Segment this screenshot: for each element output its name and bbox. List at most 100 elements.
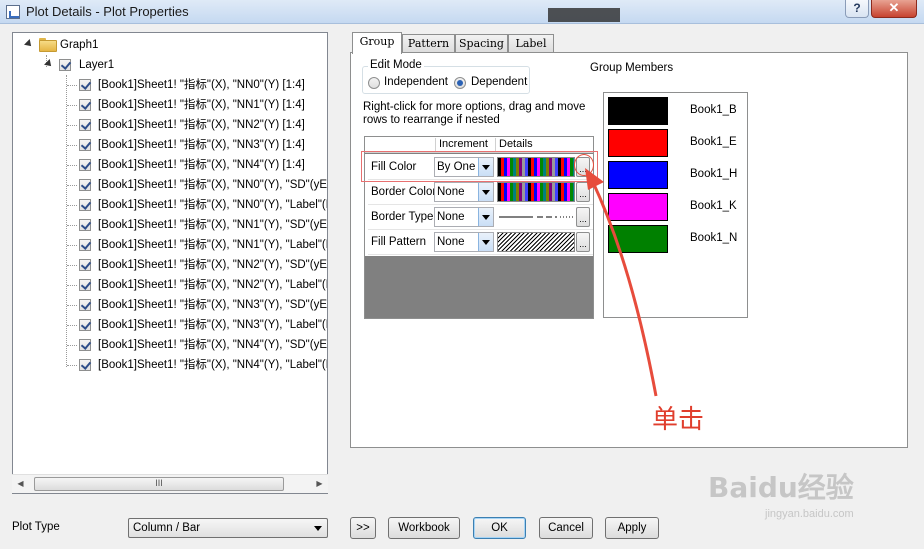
help-button[interactable]: ? [845,0,869,18]
tab-group[interactable]: Group [352,32,402,54]
member-name: Book1_N [690,232,738,244]
collapse-arrow-icon[interactable] [45,61,53,69]
tree-connector [67,145,77,146]
plot-checkbox[interactable] [79,339,91,351]
tree-plot-item[interactable]: [Book1]Sheet1! "指标"(X), "NN0"(Y) [1:4] [13,75,327,95]
plot-checkbox[interactable] [79,99,91,111]
tree-connector [67,165,77,166]
plot-checkbox[interactable] [79,239,91,251]
plot-item-label: [Book1]Sheet1! "指标"(X), "NN1"(Y), "Label… [98,239,328,251]
fill-pattern-preview[interactable] [497,232,575,252]
border-color-increment-select[interactable]: None [434,182,494,202]
fill-pattern-increment-select[interactable]: None [434,232,494,252]
tree-plot-item[interactable]: [Book1]Sheet1! "指标"(X), "NN1"(Y) [1:4] [13,95,327,115]
dropdown-arrow-icon[interactable] [478,208,493,226]
plot-item-label: [Book1]Sheet1! "指标"(X), "NN3"(Y) [1:4] [98,139,305,151]
plot-checkbox[interactable] [79,179,91,191]
independent-label[interactable]: Independent [384,76,448,88]
tree-plot-item[interactable]: [Book1]Sheet1! "指标"(X), "NN2"(Y), "Label… [13,275,328,295]
tree-plot-item[interactable]: [Book1]Sheet1! "指标"(X), "NN2"(Y), "SD"(y… [13,255,327,275]
cancel-button[interactable]: Cancel [539,517,593,539]
tree-plot-item[interactable]: [Book1]Sheet1! "指标"(X), "NN4"(Y), "Label… [13,355,328,375]
select-value: None [437,211,465,223]
plot-checkbox[interactable] [79,79,91,91]
tree-plot-item[interactable]: [Book1]Sheet1! "指标"(X), "NN2"(Y) [1:4] [13,115,327,135]
tree-plot-item[interactable]: [Book1]Sheet1! "指标"(X), "NN0"(Y), "SD"(y… [13,175,327,195]
title-bar: Plot Details - Plot Properties ? ✕ [0,0,924,24]
plot-checkbox[interactable] [79,299,91,311]
group-members-title: Group Members [590,62,674,74]
plot-checkbox[interactable] [79,219,91,231]
tree-connector [67,265,77,266]
tree-connector [67,345,77,346]
plot-item-label: [Book1]Sheet1! "指标"(X), "NN4"(Y) [1:4] [98,159,305,171]
tree-plot-item[interactable]: [Book1]Sheet1! "指标"(X), "NN3"(Y) [1:4] [13,135,327,155]
plot-checkbox[interactable] [79,359,91,371]
tree-plot-item[interactable]: [Book1]Sheet1! "指标"(X), "NN1"(Y), "Label… [13,235,328,255]
dropdown-arrow-icon[interactable] [478,233,493,251]
plot-item-label: [Book1]Sheet1! "指标"(X), "NN2"(Y), "Label… [98,279,328,291]
independent-radio[interactable] [368,77,380,89]
plot-checkbox[interactable] [79,319,91,331]
hint-text-line2: rows to rearrange if nested [363,114,500,126]
row-label: Fill Pattern [371,236,426,248]
dropdown-arrow-icon[interactable] [478,183,493,201]
tree-node-graph[interactable]: Graph1 [13,35,313,55]
tree-plot-item[interactable]: [Book1]Sheet1! "指标"(X), "NN3"(Y), "Label… [13,315,328,335]
plot-item-label: [Book1]Sheet1! "指标"(X), "NN2"(Y) [1:4] [98,119,305,131]
plot-item-label: [Book1]Sheet1! "指标"(X), "NN4"(Y), "Label… [98,359,328,371]
collapse-arrow-icon[interactable] [25,41,33,49]
layer-checkbox[interactable] [59,59,71,71]
scroll-thumb[interactable]: III [34,477,284,491]
plot-type-select[interactable]: Column / Bar [128,518,328,538]
tree-plot-item[interactable]: [Book1]Sheet1! "指标"(X), "NN0"(Y), "Label… [13,195,328,215]
tree-connector [67,365,77,366]
tree-plot-item[interactable]: [Book1]Sheet1! "指标"(X), "NN4"(Y) [1:4] [13,155,327,175]
hint-text-line1: Right-click for more options, drag and m… [363,101,586,113]
scroll-right-arrow-icon[interactable]: ▶ [311,475,328,493]
plot-checkbox[interactable] [79,199,91,211]
tree-plot-item[interactable]: [Book1]Sheet1! "指标"(X), "NN3"(Y), "SD"(y… [13,295,328,315]
plot-tree-panel[interactable]: Graph1 Layer1 [Book1]Sheet1! "指标"(X), "N… [12,32,328,494]
tree-connector [67,205,77,206]
dependent-radio[interactable] [454,77,466,89]
apply-button[interactable]: Apply [605,517,659,539]
plot-checkbox[interactable] [79,139,91,151]
tree-connector [67,125,77,126]
member-color-swatch [608,129,668,157]
tree-node-layer[interactable]: Layer1 [13,55,313,75]
tree-horizontal-scrollbar[interactable]: ◀ III ▶ [12,474,328,493]
member-name: Book1_K [690,200,737,212]
color-list-preview[interactable] [497,182,575,202]
plot-checkbox[interactable] [79,259,91,271]
background-window-fragment [548,8,620,22]
tab-spacing[interactable]: Spacing [455,34,508,53]
plot-checkbox[interactable] [79,159,91,171]
border-type-increment-select[interactable]: None [434,207,494,227]
tree-connector [67,85,77,86]
tab-pattern[interactable]: Pattern [402,34,455,53]
tree-connector [67,225,77,226]
tab-label[interactable]: Label [508,34,554,53]
dependent-label[interactable]: Dependent [471,76,527,88]
line-type-preview[interactable] [497,207,575,227]
plot-item-label: [Book1]Sheet1! "指标"(X), "NN1"(Y) [1:4] [98,99,305,111]
plot-checkbox[interactable] [79,279,91,291]
row-label: Border Color [371,186,437,198]
ok-button[interactable]: OK [473,517,526,539]
plot-item-label: [Book1]Sheet1! "指标"(X), "NN0"(Y) [1:4] [98,79,305,91]
tree-plot-item[interactable]: [Book1]Sheet1! "指标"(X), "NN1"(Y), "SD"(y… [13,215,327,235]
member-name: Book1_H [690,168,738,180]
window-title: Plot Details - Plot Properties [26,4,189,19]
expand-button[interactable]: >> [350,517,376,539]
workbook-button[interactable]: Workbook [388,517,460,539]
plot-item-label: [Book1]Sheet1! "指标"(X), "NN3"(Y), "Label… [98,319,328,331]
close-button[interactable]: ✕ [871,0,917,18]
plot-item-label: [Book1]Sheet1! "指标"(X), "NN3"(Y), "SD"(y… [98,299,328,311]
member-color-swatch [608,97,668,125]
plot-item-label: [Book1]Sheet1! "指标"(X), "NN0"(Y), "Label… [98,199,328,211]
scroll-left-arrow-icon[interactable]: ◀ [12,475,29,493]
watermark-url: jingyan.baidu.com [765,508,854,520]
plot-checkbox[interactable] [79,119,91,131]
tree-plot-item[interactable]: [Book1]Sheet1! "指标"(X), "NN4"(Y), "SD"(y… [13,335,327,355]
